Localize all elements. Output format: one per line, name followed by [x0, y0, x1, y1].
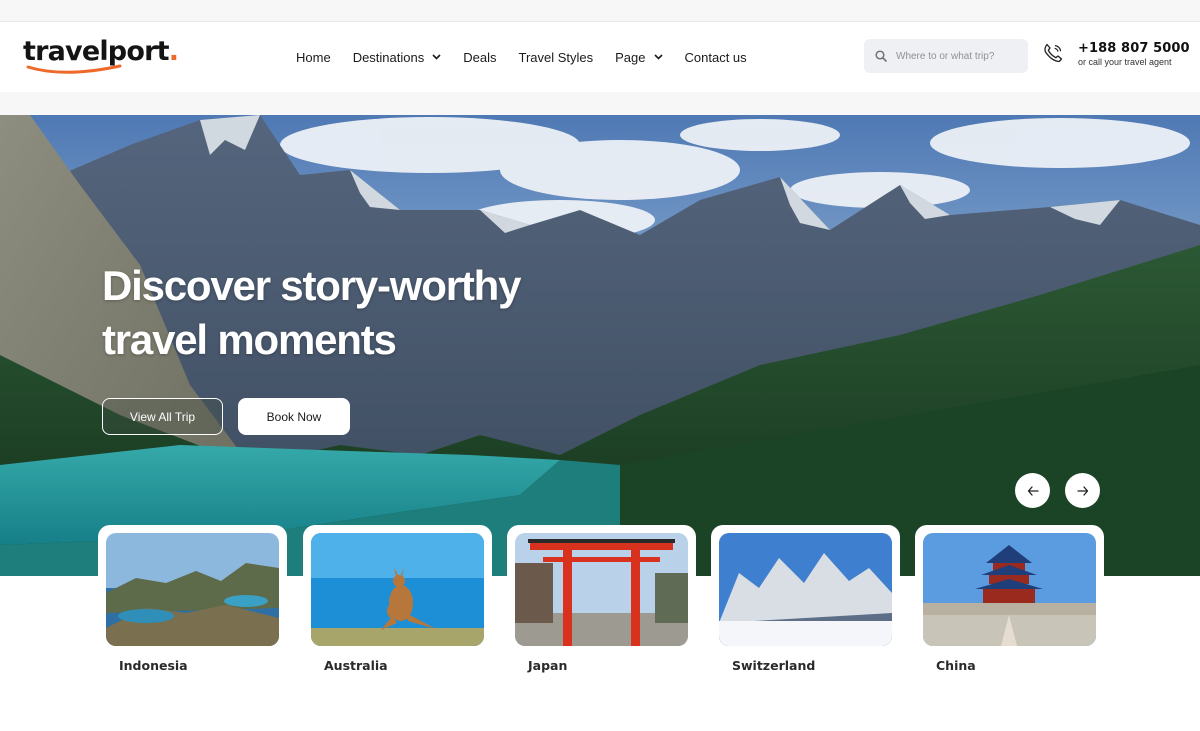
switzerland-image — [719, 533, 892, 646]
nav-label: Deals — [463, 49, 497, 65]
indonesia-image — [106, 533, 279, 646]
hero-title: Discover story-worthy travel moments — [102, 259, 582, 367]
brand-name: travelport — [23, 36, 170, 67]
nav-label: Destinations — [352, 49, 425, 65]
nav-label: Contact us — [684, 49, 747, 65]
phone-number[interactable]: +188 807 5000 — [1078, 41, 1190, 56]
phone-subtext: or call your travel agent — [1078, 57, 1172, 67]
destination-name: China — [936, 658, 976, 673]
destination-card-indonesia[interactable]: Indonesia — [98, 525, 287, 673]
search-icon — [875, 50, 887, 62]
search-input[interactable] — [896, 50, 1016, 62]
destination-name: Australia — [324, 658, 388, 673]
chevron-down-icon — [432, 54, 441, 60]
nav-travel-styles[interactable]: Travel Styles — [518, 50, 593, 65]
nav-page[interactable]: Page — [615, 49, 663, 65]
chevron-down-icon — [653, 54, 663, 60]
china-image — [923, 533, 1096, 646]
nav-label: Travel Styles — [518, 49, 594, 65]
nav-home[interactable]: Home — [296, 50, 331, 65]
destination-name: Japan — [528, 658, 568, 673]
nav-destinations[interactable]: Destinations — [353, 50, 442, 65]
destination-card-china[interactable]: China — [915, 525, 1104, 673]
hero-banner: Discover story-worthy travel moments Vie… — [0, 115, 1200, 576]
site-header: travelport. Home Destinations Deals Trav… — [0, 22, 1200, 92]
phone-icon — [1044, 43, 1063, 63]
nav-label: Home — [296, 49, 331, 65]
destination-name: Switzerland — [732, 658, 816, 673]
nav-contact[interactable]: Contact us — [685, 50, 747, 65]
australia-image — [311, 533, 484, 646]
slider-next-button[interactable] — [1065, 473, 1100, 508]
destination-card-switzerland[interactable]: Switzerland — [711, 525, 900, 673]
main-nav: Home Destinations Deals Travel Styles Pa… — [296, 22, 769, 92]
hero-title-line-2: travel moments — [102, 316, 397, 363]
hero-title-line-1: Discover story-worthy — [102, 262, 521, 309]
header-gap — [0, 92, 1200, 115]
brand-logo[interactable]: travelport. — [23, 36, 179, 67]
arrow-left-icon — [1027, 485, 1039, 496]
logo-swoosh-icon — [26, 64, 122, 74]
nav-label: Page — [615, 49, 646, 65]
destination-name: Indonesia — [119, 658, 188, 673]
destination-card-australia[interactable]: Australia — [303, 525, 492, 673]
search-box[interactable] — [864, 39, 1028, 73]
brand-dot: . — [168, 36, 179, 67]
nav-deals[interactable]: Deals — [463, 50, 496, 65]
book-now-button[interactable]: Book Now — [238, 398, 350, 435]
top-strip — [0, 0, 1200, 22]
slider-prev-button[interactable] — [1015, 473, 1050, 508]
arrow-right-icon — [1076, 485, 1088, 496]
japan-image — [515, 533, 688, 646]
destination-card-japan[interactable]: Japan — [507, 525, 696, 673]
view-all-trip-button[interactable]: View All Trip — [102, 398, 223, 435]
